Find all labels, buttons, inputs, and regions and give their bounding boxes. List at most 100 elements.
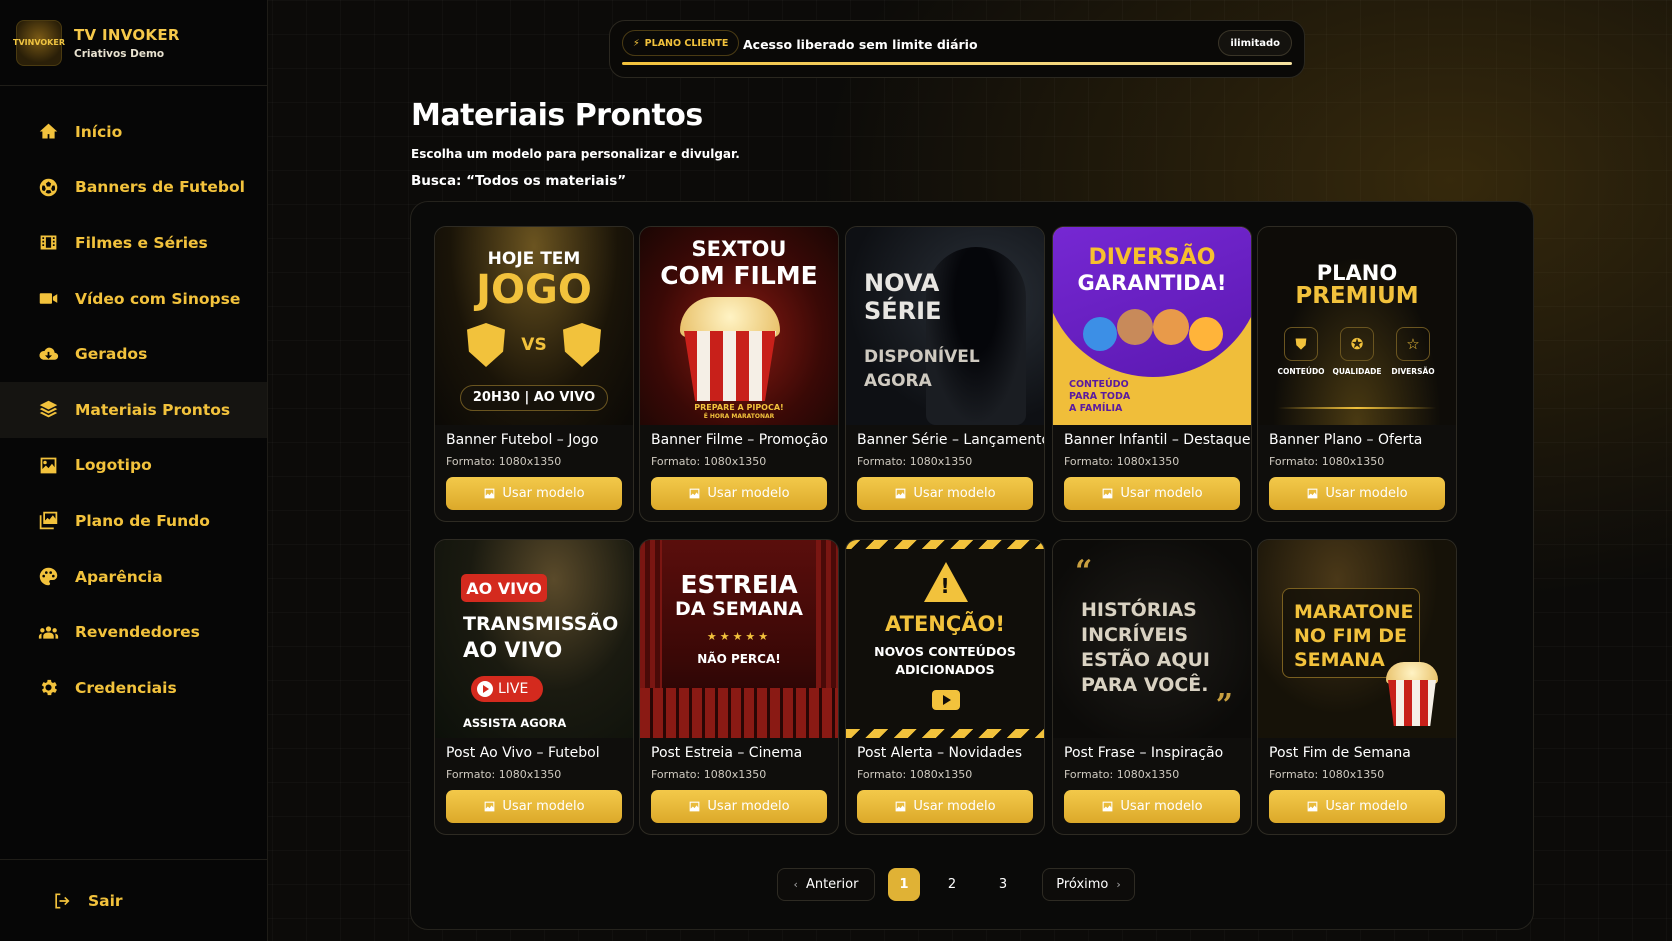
brand-title: TV INVOKER [74,25,180,44]
thumb-text: É HORA MARATONAR [703,413,775,420]
material-card[interactable]: PLANO PREMIUM ⛊ ✪ ☆ CONTEÚDO QUALIDADE D… [1257,226,1457,522]
sidebar-item-inicio[interactable]: Início [0,104,267,160]
card-thumbnail: NOVA SÉRIE DISPONÍVEL AGORA [846,227,1044,425]
sidebar-item-plano-fundo[interactable]: Plano de Fundo [0,493,267,549]
card-thumbnail: ESTREIA DA SEMANA ★★★★★ NÃO PERCA! [640,540,838,738]
images-icon [35,510,61,532]
button-label: Usar modelo [913,486,996,501]
use-template-button[interactable]: Usar modelo [651,477,827,510]
thumb-text: NOVOS CONTEÚDOS [874,644,1016,659]
pagination-prev-label: Anterior [805,877,859,892]
badge-icon: ✪ [1340,327,1374,361]
sidebar: TVINVOKER TV INVOKER Criativos Demo Iníc… [0,0,268,941]
card-title: Banner Filme – Promoção [651,432,828,448]
card-thumbnail: “ HISTÓRIAS INCRÍVEIS ESTÃO AQUI PARA VO… [1053,540,1251,738]
card-format: Formato: 1080x1350 [446,768,562,781]
pagination-page-3[interactable]: 3 [987,868,1019,901]
button-label: Usar modelo [502,486,585,501]
brand-subtitle: Criativos Demo [74,47,165,60]
sidebar-item-materiais-prontos[interactable]: Materiais Prontos [0,381,267,438]
soccer-ball-icon [35,176,61,198]
material-card[interactable]: DIVERSÃO GARANTIDA! CONTEÚDO PARA TODA A… [1052,226,1252,522]
button-label: Usar modelo [707,486,790,501]
card-title: Post Ao Vivo – Futebol [446,745,600,761]
thumb-text: DA SEMANA [675,598,803,620]
thumb-text: QUALIDADE [1332,367,1382,376]
pagination-page-1[interactable]: 1 [888,868,920,901]
material-card[interactable]: NOVA SÉRIE DISPONÍVEL AGORA Banner Série… [845,226,1045,522]
page-subtitle: Escolha um modelo para personalizar e di… [411,147,740,161]
card-title: Post Fim de Semana [1269,745,1411,761]
card-title: Banner Plano – Oferta [1269,432,1423,448]
use-template-button[interactable]: Usar modelo [1269,790,1445,823]
card-title: Banner Série – Lançamento [857,432,1045,448]
sidebar-item-aparencia[interactable]: Aparência [0,549,267,605]
use-template-button[interactable]: Usar modelo [1064,477,1240,510]
quote-open-icon: “ [1075,554,1093,589]
thumb-text: JOGO [476,267,592,313]
use-template-button[interactable]: Usar modelo [1064,790,1240,823]
card-title: Post Estreia – Cinema [651,745,803,761]
card-format: Formato: 1080x1350 [651,768,767,781]
quote-close-icon: ” [1215,688,1233,723]
sidebar-item-banners-futebol[interactable]: Banners de Futebol [0,160,267,216]
sidebar-item-revendedores[interactable]: Revendedores [0,604,267,660]
card-thumbnail: ! ATENÇÃO! NOVOS CONTEÚDOS ADICIONADOS [846,540,1044,738]
thumb-text: A FAMÍLIA [1069,403,1123,414]
thumb-text: ★★★★★ [706,630,772,643]
use-template-button[interactable]: Usar modelo [651,790,827,823]
card-format: Formato: 1080x1350 [1064,768,1180,781]
thumb-text: 20H30 | AO VIVO [472,390,596,405]
image-icon [1308,801,1318,812]
button-label: Usar modelo [1325,486,1408,501]
sidebar-item-credenciais[interactable]: Credenciais [0,660,267,716]
cloud-download-icon [35,343,61,365]
use-template-button[interactable]: Usar modelo [857,477,1033,510]
logout-button[interactable]: Sair [0,859,268,941]
sidebar-item-gerados[interactable]: Gerados [0,326,267,382]
thumb-text: HISTÓRIAS [1081,599,1197,621]
hazard-stripe-top [846,540,1044,549]
material-card[interactable]: ! ATENÇÃO! NOVOS CONTEÚDOS ADICIONADOS P… [845,539,1045,835]
sidebar-item-video-sinopse[interactable]: Vídeo com Sinopse [0,271,267,327]
thumb-text: LIVE [498,681,529,697]
film-icon [35,232,61,254]
thumb-text: NOVA [864,269,940,297]
thumb-text: ATENÇÃO! [885,612,1005,636]
use-template-button[interactable]: Usar modelo [446,790,622,823]
sidebar-item-label: Vídeo com Sinopse [75,289,241,308]
card-thumbnail: PLANO PREMIUM ⛊ ✪ ☆ CONTEÚDO QUALIDADE D… [1258,227,1456,425]
sidebar-item-filmes-series[interactable]: Filmes e Séries [0,215,267,271]
thumb-text: PREPARE A PIPOCA! [694,403,784,412]
card-title: Post Frase – Inspiração [1064,745,1224,761]
sidebar-item-label: Aparência [75,567,163,586]
pagination-page-2[interactable]: 2 [936,868,968,901]
pagination-next-button[interactable]: Próximo › [1042,868,1135,901]
sidebar-item-logotipo[interactable]: Logotipo [0,438,267,494]
material-card[interactable]: HOJE TEM JOGO VS 20H30 | AO VIVO Banner … [434,226,634,522]
plan-badge-label: PLANO CLIENTE [644,37,729,49]
card-format: Formato: 1080x1350 [446,455,562,468]
plan-status-bar: ⚡ PLANO CLIENTE Acesso liberado sem limi… [609,20,1305,78]
material-card[interactable]: ESTREIA DA SEMANA ★★★★★ NÃO PERCA! Post … [639,539,839,835]
thumb-text: PREMIUM [1295,283,1419,309]
thumb-text: ESTÃO AQUI [1081,649,1210,671]
sidebar-item-label: Início [75,122,123,141]
hazard-stripe-bottom [846,729,1044,738]
thumb-text: PARA VOCÊ. [1081,674,1209,696]
image-icon [485,488,495,499]
thumb-text: MARATONE [1294,601,1414,623]
use-template-button[interactable]: Usar modelo [1269,477,1445,510]
thumb-text: NÃO PERCA! [697,652,781,666]
thumb-text: ASSISTA AGORA [463,716,567,730]
material-card[interactable]: SEXTOU COM FILME PREPARE A PIPOCA! É HOR… [639,226,839,522]
material-card[interactable]: “ HISTÓRIAS INCRÍVEIS ESTÃO AQUI PARA VO… [1052,539,1252,835]
sidebar-item-label: Plano de Fundo [75,511,210,530]
pagination-prev-button[interactable]: ‹ Anterior [777,868,875,901]
material-card[interactable]: AO VIVO TRANSMISSÃO AO VIVO LIVE ASSISTA… [434,539,634,835]
material-card[interactable]: MARATONE NO FIM DE SEMANA Post Fim de Se… [1257,539,1457,835]
use-template-button[interactable]: Usar modelo [857,790,1033,823]
image-icon [1103,801,1113,812]
use-template-button[interactable]: Usar modelo [446,477,622,510]
warning-mark: ! [940,574,950,598]
